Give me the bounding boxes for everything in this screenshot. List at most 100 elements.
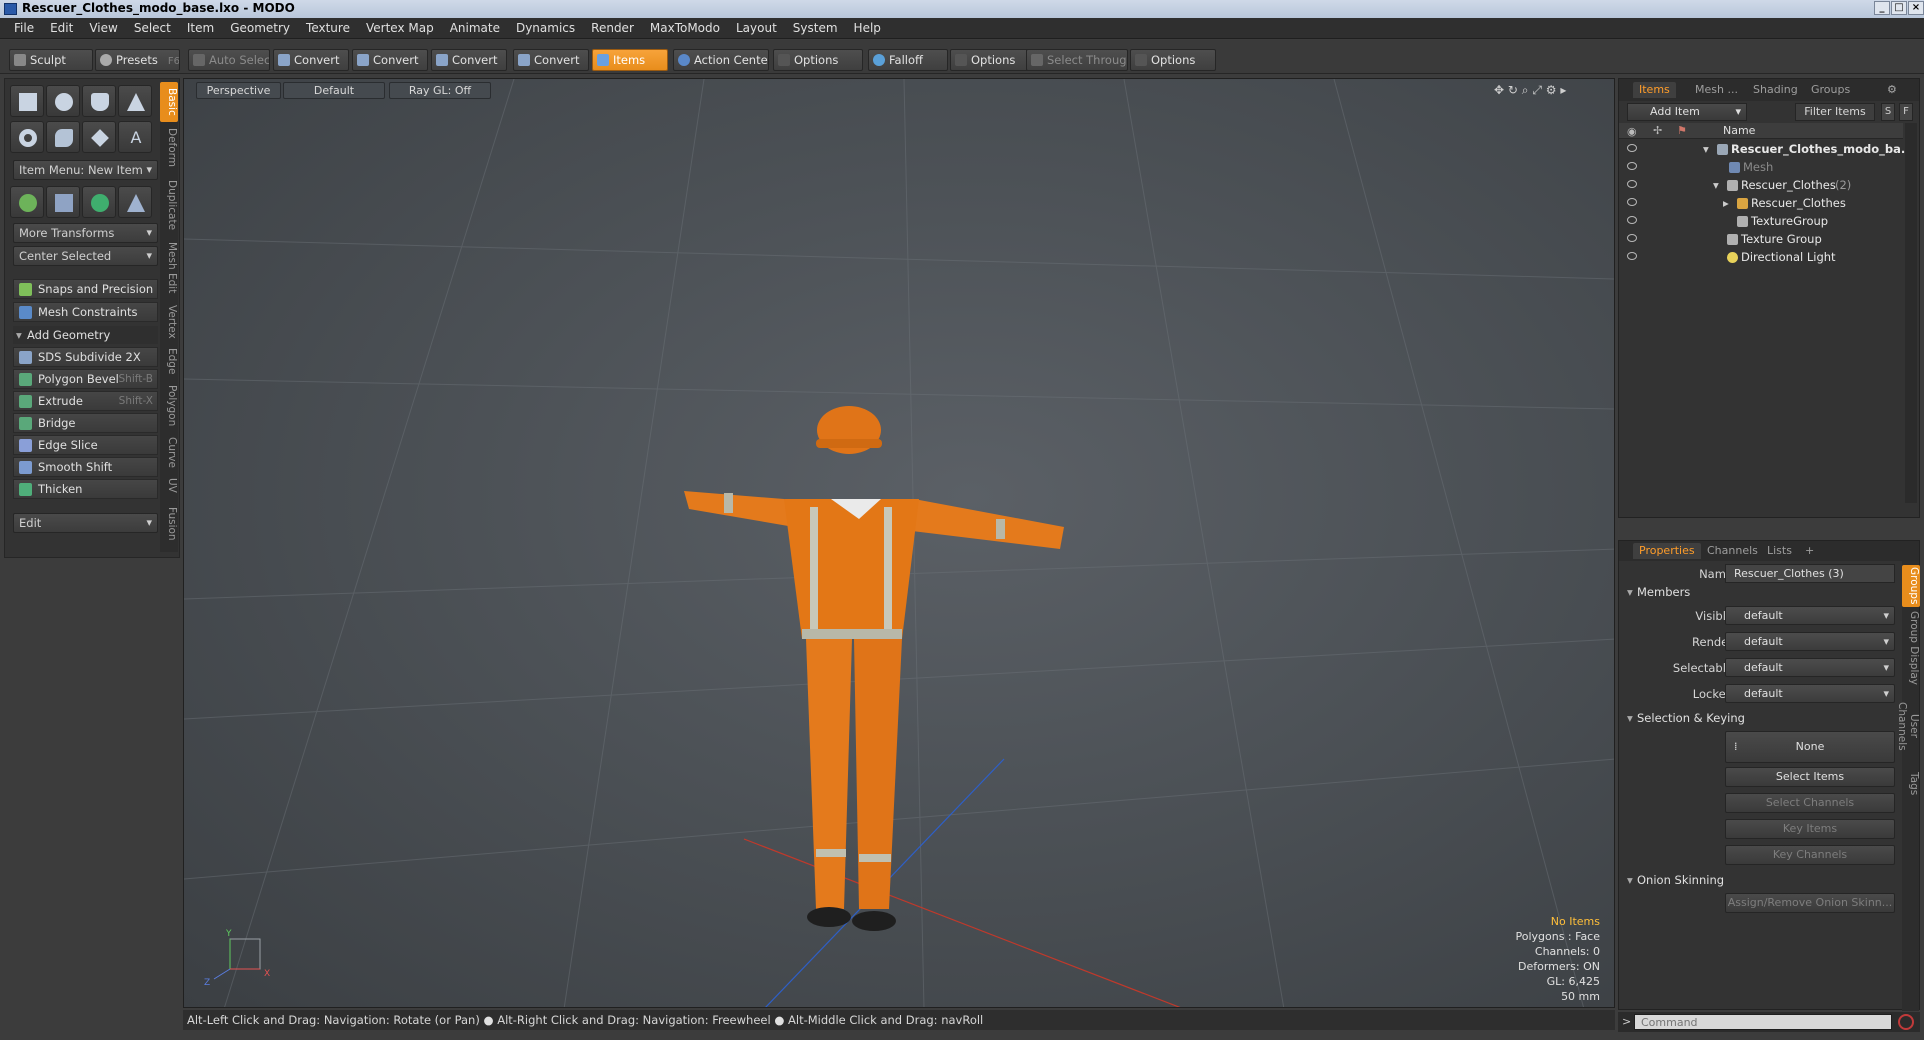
tab-shading[interactable]: Shading (1747, 82, 1804, 98)
tab-mesh-edit[interactable]: Mesh Edit (160, 238, 178, 298)
menu-dynamics[interactable]: Dynamics (508, 18, 583, 39)
transform-button[interactable] (118, 186, 152, 218)
tab-fusion[interactable]: Fusion (160, 502, 178, 546)
filter-items-input[interactable]: Filter Items (1795, 103, 1875, 121)
zoom-icon[interactable]: ⌕ (1522, 83, 1529, 97)
edge-slice-button[interactable]: Edge Slice (13, 435, 158, 455)
filter-s-button[interactable]: S (1881, 103, 1895, 121)
tab-channels[interactable]: Channels (1701, 543, 1764, 559)
tab-side-user-channels[interactable]: User Channels (1896, 689, 1920, 763)
tab-side-group-display[interactable]: Group Display (1902, 611, 1920, 685)
menu-maxtomodo[interactable]: MaxToModo (642, 18, 728, 39)
tab-edge[interactable]: Edge (160, 344, 178, 378)
maximize-button[interactable]: □ (1891, 1, 1907, 15)
members-section[interactable]: Members (1627, 585, 1690, 599)
thicken-button[interactable]: Thicken (13, 479, 158, 499)
raygl-toggle[interactable]: Ray GL: Off (389, 82, 491, 99)
tab-lists[interactable]: Lists (1761, 543, 1798, 559)
tab-vertex[interactable]: Vertex (160, 300, 178, 344)
sculpt-button[interactable]: Sculpt (9, 49, 93, 71)
name-field[interactable]: Rescuer_Clothes (3) (1725, 564, 1895, 583)
record-icon[interactable] (1898, 1014, 1914, 1030)
items-scrollbar[interactable] (1905, 123, 1917, 503)
rotate-button[interactable] (46, 186, 80, 218)
visible-dropdown[interactable]: default (1725, 606, 1895, 625)
selection-keying-section[interactable]: Selection & Keying (1627, 711, 1745, 725)
menu-animate[interactable]: Animate (442, 18, 508, 39)
eye-icon[interactable] (1627, 252, 1637, 260)
tube-button[interactable] (46, 121, 80, 153)
onion-skinning-section[interactable]: Onion Skinning (1627, 873, 1724, 887)
menu-vertex-map[interactable]: Vertex Map (358, 18, 442, 39)
menu-view[interactable]: View (81, 18, 125, 39)
cylinder-button[interactable] (82, 85, 116, 117)
eye-icon[interactable] (1627, 198, 1637, 206)
menu-item[interactable]: Item (179, 18, 222, 39)
fit-icon[interactable]: ⤢ (1532, 83, 1542, 97)
action-center-button[interactable]: Action Center (673, 49, 769, 71)
scale-button[interactable] (82, 186, 116, 218)
convert-vertices-button[interactable]: Convert (273, 49, 349, 71)
mesh-constraints-button[interactable]: Mesh Constraints (13, 302, 158, 322)
smooth-shift-button[interactable]: Smooth Shift (13, 457, 158, 477)
tree-row-texturegroup[interactable]: TextureGroup (1619, 212, 1903, 230)
center-selected-dropdown[interactable]: Center Selected (13, 246, 158, 266)
tab-side-groups[interactable]: Groups (1902, 565, 1920, 607)
select-through-button[interactable]: Select Through (1026, 49, 1128, 71)
tree-row-rescuer-clothes-group[interactable]: ▾ Rescuer_Clothes (2) (1619, 176, 1903, 194)
pen-button[interactable] (82, 121, 116, 153)
auto-select-button[interactable]: Auto Select (188, 49, 270, 71)
tree-row-rescuer-clothes[interactable]: ▸ Rescuer_Clothes (1619, 194, 1903, 212)
eye-icon[interactable] (1627, 234, 1637, 242)
convert-polygons-button[interactable]: Convert (431, 49, 507, 71)
text-button[interactable]: A (118, 121, 152, 153)
add-geometry-section[interactable]: Add Geometry (13, 326, 158, 344)
locked-dropdown[interactable]: default (1725, 684, 1895, 703)
filter-f-button[interactable]: F (1899, 103, 1913, 121)
options-button-1[interactable]: Options (773, 49, 863, 71)
tree-row-scene[interactable]: ▾ Rescuer_Clothes_modo_ba... (1619, 140, 1914, 158)
tab-properties[interactable]: Properties (1633, 543, 1701, 559)
tab-uv[interactable]: UV (160, 472, 178, 498)
torus-button[interactable] (10, 121, 44, 153)
menu-system[interactable]: System (785, 18, 846, 39)
pan-icon[interactable]: ✥ (1494, 83, 1504, 97)
tab-basic[interactable]: Basic (160, 82, 178, 122)
menu-edit[interactable]: Edit (42, 18, 81, 39)
tree-row-texture-group[interactable]: Texture Group (1619, 230, 1903, 248)
menu-render[interactable]: Render (583, 18, 642, 39)
more-transforms-dropdown[interactable]: More Transforms (13, 223, 158, 243)
3d-viewport[interactable]: Y X Z Perspective Default Ray GL: Off ✥ … (183, 78, 1615, 1008)
convert-edges-button[interactable]: Convert (352, 49, 428, 71)
none-button[interactable]: ⁞ None (1725, 731, 1895, 763)
menu-layout[interactable]: Layout (728, 18, 785, 39)
sphere-button[interactable] (46, 85, 80, 117)
falloff-button[interactable]: Falloff (868, 49, 948, 71)
eye-icon[interactable] (1627, 144, 1637, 152)
command-input[interactable] (1634, 1014, 1892, 1030)
items-panel-gear-icon[interactable]: ⚙ (1887, 83, 1897, 96)
tab-add[interactable]: + (1799, 543, 1820, 559)
add-item-dropdown[interactable]: Add Item ▾ (1627, 103, 1747, 121)
extrude-button[interactable]: Extrude Shift-X (13, 391, 158, 411)
sds-subdivide-button[interactable]: SDS Subdivide 2X (13, 347, 158, 367)
eye-icon[interactable] (1627, 162, 1637, 170)
tab-polygon[interactable]: Polygon (160, 380, 178, 432)
selectable-dropdown[interactable]: default (1725, 658, 1895, 677)
select-items-button[interactable]: Select Items (1725, 767, 1895, 787)
tab-items[interactable]: Items (1633, 82, 1676, 98)
viewport-scene[interactable]: Y X Z (184, 79, 1615, 1008)
move-button[interactable] (10, 186, 44, 218)
key-items-button[interactable]: Key Items (1725, 819, 1895, 839)
tab-deform[interactable]: Deform (160, 126, 178, 170)
tab-curve[interactable]: Curve (160, 434, 178, 470)
tab-mesh[interactable]: Mesh ... (1689, 82, 1744, 98)
item-menu-dropdown[interactable]: Item Menu: New Item (13, 160, 158, 180)
eye-icon[interactable] (1627, 216, 1637, 224)
tree-row-mesh[interactable]: Mesh (1619, 158, 1903, 176)
view-perspective-dropdown[interactable]: Perspective (196, 82, 281, 99)
viewport-nav-icons[interactable]: ✥ ↻ ⌕ ⤢ ⚙ ▸ (1494, 83, 1566, 98)
tab-duplicate[interactable]: Duplicate (160, 176, 178, 234)
bridge-button[interactable]: Bridge (13, 413, 158, 433)
render-dropdown[interactable]: default (1725, 632, 1895, 651)
